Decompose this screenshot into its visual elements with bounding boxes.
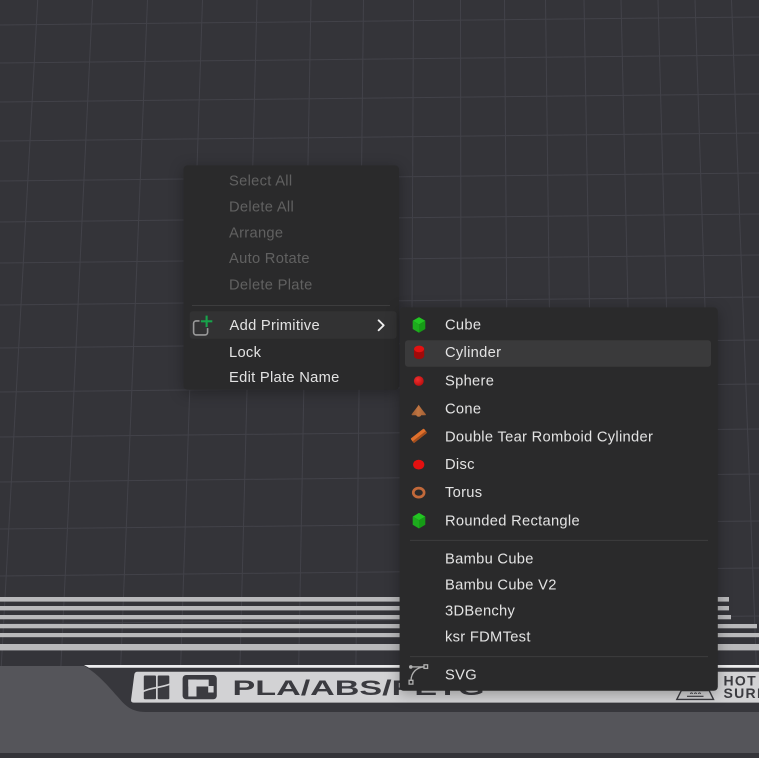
svg-text:3DBenchy: 3DBenchy [445,603,516,619]
svg-text:Lock: Lock [229,345,262,361]
svg-text:Edit Plate Name: Edit Plate Name [229,370,340,386]
svg-text:Sphere: Sphere [445,373,494,389]
svg-text:Select All: Select All [229,174,292,190]
svg-text:SVG: SVG [445,668,477,684]
svg-text:Add Primitive: Add Primitive [230,318,320,334]
svg-text:Bambu Cube V2: Bambu Cube V2 [445,578,557,594]
svg-text:Double Tear Romboid Cylinder: Double Tear Romboid Cylinder [445,429,653,445]
svg-text:Disc: Disc [445,457,475,473]
svg-text:Cube: Cube [445,317,481,333]
svg-text:Torus: Torus [445,485,482,501]
svg-text:Cone: Cone [445,401,481,417]
svg-text:Auto Rotate: Auto Rotate [229,251,310,267]
svg-text:Delete Plate: Delete Plate [229,277,313,293]
svg-text:SURF: SURF [724,685,759,701]
svg-text:Arrange: Arrange [229,225,283,241]
svg-text:Rounded Rectangle: Rounded Rectangle [445,513,580,529]
svg-text:Cylinder: Cylinder [445,345,501,361]
svg-text:Bambu Cube: Bambu Cube [445,551,534,567]
svg-text:Delete All: Delete All [229,200,294,216]
svg-text:ksr FDMTest: ksr FDMTest [445,630,531,646]
